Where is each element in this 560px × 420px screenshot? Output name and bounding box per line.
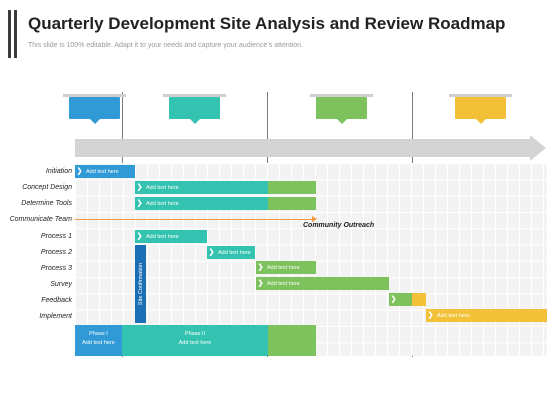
chevron-right-icon: ❯ <box>136 233 143 240</box>
page-title: Quarterly Development Site Analysis and … <box>28 14 506 33</box>
row-label-initiation: Initiation <box>45 168 72 175</box>
row-label-communicate-team: Communicate Team <box>9 216 72 223</box>
chevron-right-icon: ❯ <box>390 296 397 303</box>
bar-text: Add text here <box>218 250 251 256</box>
bar-survey[interactable]: ❯ Add text here <box>256 277 389 290</box>
row-label-implement: Implement <box>39 313 72 320</box>
phase-2-name: Phase II <box>184 331 206 337</box>
bar-initiation[interactable]: ❯ Add text here <box>75 165 135 178</box>
row-label-survey: Survey <box>50 281 72 288</box>
quarter-q2: Q 2 <box>163 94 226 124</box>
accent-bar-2 <box>14 10 17 58</box>
phase-1-name: Phase I <box>89 331 108 337</box>
quarter-q4: Q 4 <box>449 94 512 124</box>
bar-text: Add text here <box>86 169 119 175</box>
bar-feedback-ext <box>412 293 426 306</box>
quarter-q3: Q 3 <box>310 94 373 124</box>
page-subtitle: This slide is 100% editable. Adapt it to… <box>28 42 303 49</box>
timeline-arrow <box>75 139 530 157</box>
site-confirmation-label: Site Confirmation <box>137 262 144 306</box>
row-label-concept-design: Concept Design <box>22 184 72 191</box>
bar-text: Add text here <box>146 185 179 191</box>
row-label-process-2: Process 2 <box>40 249 72 256</box>
chevron-right-icon: ❯ <box>257 280 264 287</box>
phase-2-block: Phase II Add text here <box>122 325 268 356</box>
bar-concept-design[interactable]: ❯ Add text here <box>135 181 268 194</box>
accent-bar-1 <box>8 10 11 58</box>
community-outreach-label: Community Outreach <box>303 222 375 229</box>
bar-text: Add text here <box>146 234 179 240</box>
bar-process-2[interactable]: ❯ Add text here <box>207 246 255 259</box>
row-label-process-1: Process 1 <box>40 233 72 240</box>
bar-process-1[interactable]: ❯ Add text here <box>135 230 207 243</box>
bar-text: Add text here <box>267 281 300 287</box>
bar-feedback[interactable]: ❯ <box>389 293 412 306</box>
timeline-arrow-head <box>530 135 546 161</box>
bar-determine-tools[interactable]: ❯ Add text here <box>135 197 268 210</box>
bar-text: Add text here <box>437 313 470 319</box>
phase-1-text: Add text here <box>82 340 115 346</box>
row-label-feedback: Feedback <box>41 297 72 304</box>
bar-text: Add text here <box>146 201 179 207</box>
chevron-right-icon: ❯ <box>76 168 83 175</box>
phase-2-ext-block <box>268 325 316 356</box>
communicate-team-line <box>75 219 313 220</box>
phase-2-text: Add text here <box>178 340 212 346</box>
bar-concept-design-ext <box>268 181 316 194</box>
chevron-right-icon: ❯ <box>136 184 143 191</box>
row-label-determine-tools: Determine Tools <box>21 200 72 207</box>
row-label-process-3: Process 3 <box>40 265 72 272</box>
bar-process-3[interactable]: ❯ Add text here <box>256 261 316 274</box>
bar-implement[interactable]: ❯ Add text here <box>426 309 547 322</box>
phase-1-block: Phase I Add text here <box>75 325 122 356</box>
quarter-q1: Q 1 <box>63 94 126 124</box>
chevron-right-icon: ❯ <box>257 264 264 271</box>
chevron-right-icon: ❯ <box>208 249 215 256</box>
bar-determine-tools-ext <box>268 197 316 210</box>
bar-text: Add text here <box>267 265 300 271</box>
chevron-right-icon: ❯ <box>427 312 434 319</box>
site-confirmation-bar: Site Confirmation <box>135 245 146 323</box>
chevron-right-icon: ❯ <box>136 200 143 207</box>
